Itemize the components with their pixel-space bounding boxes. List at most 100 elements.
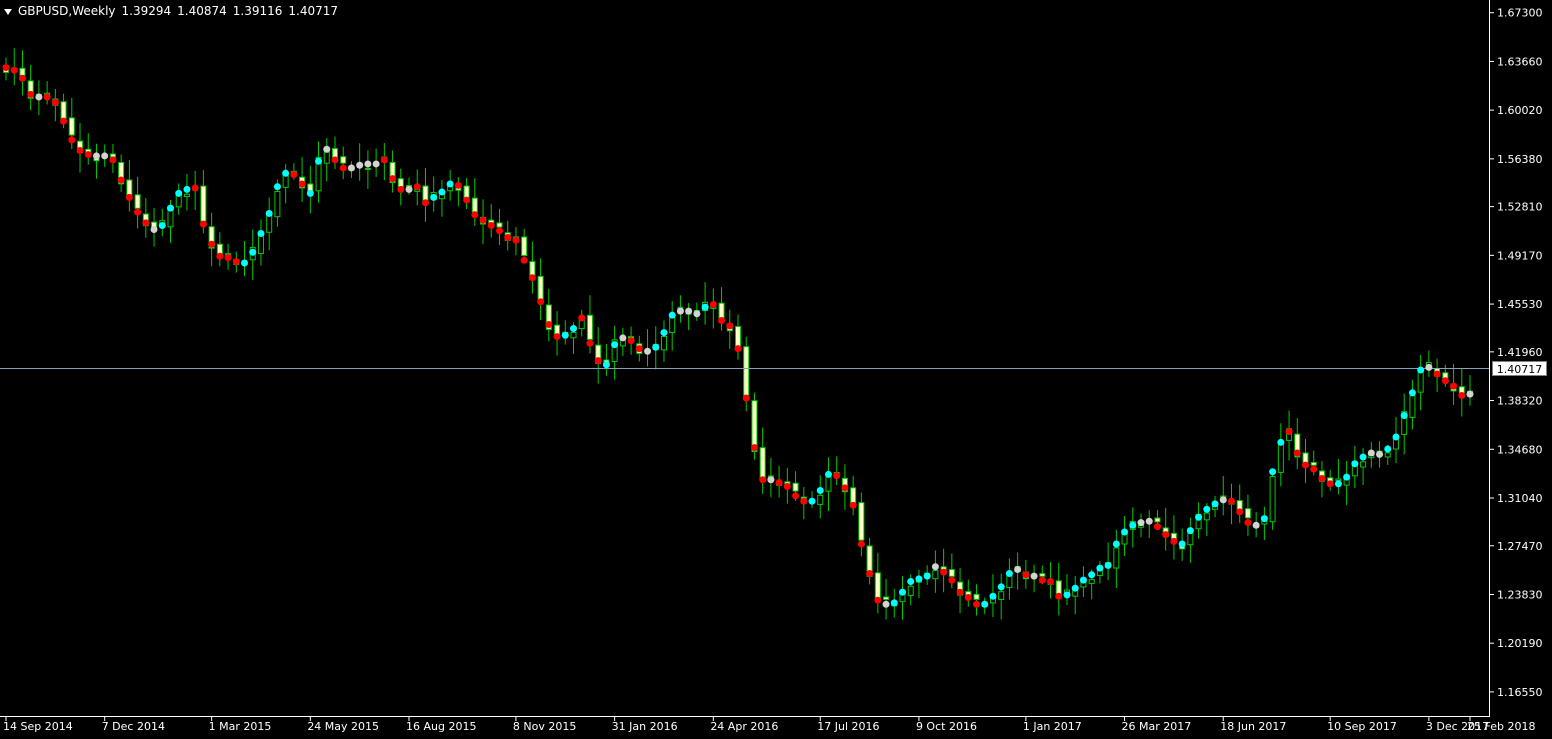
signal-dot	[528, 274, 536, 282]
x-tick-label: 17 Jul 2016	[817, 720, 879, 733]
signal-dot	[43, 93, 51, 101]
signal-dot	[430, 193, 438, 201]
signal-dot	[421, 199, 429, 207]
signal-dot	[775, 478, 783, 486]
signal-dot	[668, 311, 676, 319]
signal-dot	[1137, 519, 1145, 527]
x-tick-label: 24 May 2015	[307, 720, 379, 733]
signal-dot	[676, 307, 684, 315]
signal-dot	[1112, 540, 1120, 548]
signal-dot	[413, 183, 421, 191]
x-tick-label: 1 Jan 2017	[1023, 720, 1082, 733]
signal-dot	[619, 334, 627, 342]
signal-dot	[199, 220, 207, 228]
signal-dot	[1466, 390, 1474, 398]
signal-dot	[1252, 521, 1260, 529]
signal-dot	[1359, 453, 1367, 461]
signal-dot	[1236, 508, 1244, 516]
candle-body	[570, 331, 577, 339]
candle-body	[1244, 508, 1251, 519]
signal-dot	[454, 181, 462, 189]
signal-dot	[92, 152, 100, 160]
y-tick-label: 1.38320	[1497, 395, 1543, 408]
y-tick-label: 1.60020	[1497, 104, 1543, 117]
signal-dot	[1030, 572, 1038, 580]
signal-dot	[1088, 571, 1096, 579]
candle-body	[1113, 547, 1120, 569]
signal-dot	[512, 236, 520, 244]
candle-body	[60, 101, 67, 121]
x-tick-label: 10 Sep 2017	[1327, 720, 1397, 733]
candle-body	[134, 194, 141, 209]
candle-body	[496, 222, 503, 228]
signal-dot	[1417, 366, 1425, 374]
signal-dot	[907, 577, 915, 585]
signal-dot	[816, 486, 824, 494]
y-tick-label: 1.63660	[1497, 55, 1543, 68]
signal-dot	[208, 240, 216, 248]
signal-dot	[1277, 438, 1285, 446]
price-chart[interactable]: 1.67300 1.63660 1.60020 1.56380 1.52810 1.491…	[0, 0, 1552, 739]
signal-dot	[397, 185, 405, 193]
signal-dot	[742, 394, 750, 402]
candles-layer	[3, 48, 1473, 620]
y-tick-label: 1.67300	[1497, 7, 1543, 20]
signal-dot	[940, 568, 948, 576]
signal-dot	[1195, 513, 1203, 521]
candle-body	[323, 151, 330, 164]
y-tick-label: 1.49170	[1497, 249, 1543, 262]
signal-dot	[438, 188, 446, 196]
signal-dot	[298, 180, 306, 188]
candle-body	[1039, 573, 1046, 577]
x-tick-label: 18 Jun 2017	[1220, 720, 1286, 733]
signal-dot	[635, 345, 643, 353]
signal-dot	[1022, 571, 1030, 579]
signal-dot	[1343, 473, 1351, 481]
signal-dot	[964, 594, 972, 602]
signal-dot	[1055, 592, 1063, 600]
signal-dot	[150, 226, 158, 234]
candle-body	[167, 209, 174, 228]
signal-dot	[504, 234, 512, 242]
candle-body	[521, 236, 528, 256]
signal-dot	[824, 470, 832, 478]
signal-dot	[882, 600, 890, 608]
y-tick-label: 1.56380	[1497, 153, 1543, 166]
signal-dot	[1047, 577, 1055, 585]
signal-dot	[405, 185, 413, 193]
signal-dot	[76, 147, 84, 155]
signal-dot	[323, 145, 331, 153]
y-tick-label: 1.34680	[1497, 443, 1543, 456]
signal-dot	[1104, 561, 1112, 569]
x-tick-label: 7 Dec 2014	[102, 720, 165, 733]
signal-dot	[866, 569, 874, 577]
signal-dot	[27, 90, 35, 98]
signal-dot	[372, 160, 380, 168]
signal-dot	[627, 337, 635, 345]
candle-body	[1203, 512, 1210, 521]
candle-body	[340, 156, 347, 164]
candle-body	[364, 167, 371, 170]
signal-dot	[660, 329, 668, 337]
candle-body	[817, 494, 824, 505]
chart-window[interactable]: 1.67300 1.63660 1.60020 1.56380 1.52810 1.491…	[0, 0, 1552, 739]
signal-dot	[1014, 565, 1022, 573]
signal-dot	[1441, 377, 1449, 385]
collapse-triangle-icon[interactable]	[4, 8, 12, 15]
signal-dot	[948, 576, 956, 584]
signal-dot	[18, 74, 26, 82]
signal-dot	[463, 196, 471, 204]
signal-dot	[931, 563, 939, 571]
signal-dot	[290, 171, 298, 179]
signal-dot	[578, 314, 586, 322]
signal-dot	[60, 117, 68, 125]
signal-dot	[1178, 540, 1186, 548]
signal-dot	[273, 183, 281, 191]
signal-dot	[1310, 465, 1318, 473]
signal-dot	[471, 211, 479, 219]
signal-dot	[1351, 460, 1359, 468]
signal-dot	[685, 307, 693, 315]
candle-body	[1384, 452, 1391, 458]
x-tick-label: 14 Sep 2014	[3, 720, 73, 733]
signal-dot	[767, 476, 775, 484]
